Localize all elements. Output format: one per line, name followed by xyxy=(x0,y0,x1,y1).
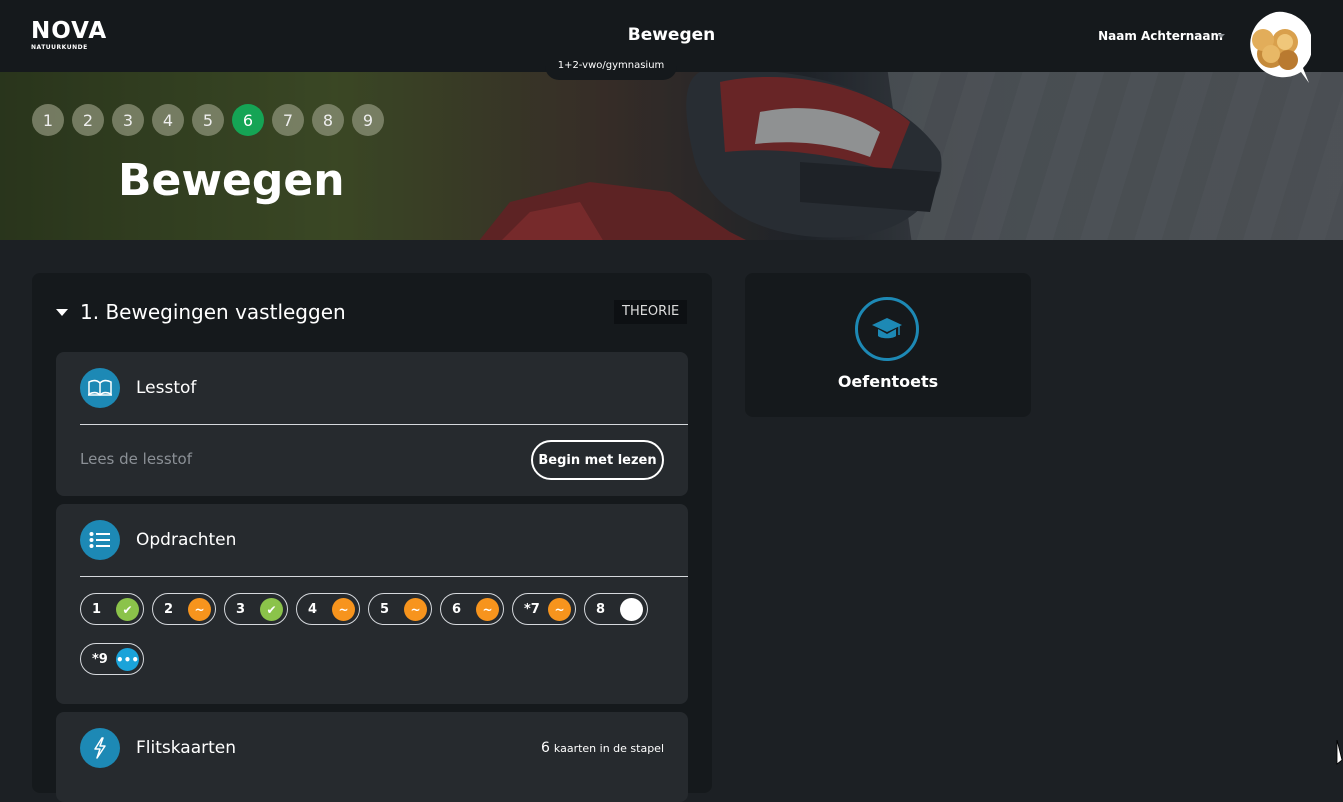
lesstof-title: Lesstof xyxy=(136,378,197,398)
check-icon: ✔ xyxy=(116,598,139,621)
oefentoets-label: Oefentoets xyxy=(837,372,939,391)
assignment-number: 4 xyxy=(308,601,318,617)
assignment-number: 8 xyxy=(596,601,606,617)
chapter-9[interactable]: 9 xyxy=(352,104,384,136)
assignment-number: 3 xyxy=(236,601,246,617)
assignment-4[interactable]: 4 ~ xyxy=(296,593,360,625)
list-icon xyxy=(80,520,120,560)
book-icon xyxy=(80,368,120,408)
partial-icon: ~ xyxy=(188,598,211,621)
lesstof-description: Lees de lesstof xyxy=(80,450,193,468)
assignment-list: 1 ✔ 2 ~ 3 ✔ 4 ~ 5 ~ 6 ~ *7 ~ 8 *9 ••• xyxy=(80,593,660,675)
flitskaarten-title: Flitskaarten xyxy=(136,738,237,758)
begin-reading-button[interactable]: Begin met lezen xyxy=(531,440,664,480)
theorie-badge: THEORIE xyxy=(614,300,688,324)
partial-icon: ~ xyxy=(548,598,571,621)
card-count: 6 kaarten in de stapel xyxy=(541,740,664,756)
chapter-6[interactable]: 6 xyxy=(232,104,264,136)
opdrachten-card: Opdrachten 1 ✔ 2 ~ 3 ✔ 4 ~ 5 ~ 6 ~ *7 ~ xyxy=(56,504,688,704)
assignment-7[interactable]: *7 ~ xyxy=(512,593,576,625)
assignment-2[interactable]: 2 ~ xyxy=(152,593,216,625)
section-title: 1. Bewegingen vastleggen xyxy=(80,300,346,324)
opdrachten-title: Opdrachten xyxy=(136,530,237,550)
card-count-number: 6 xyxy=(540,740,550,756)
chevron-down-icon[interactable] xyxy=(1217,34,1225,38)
assignment-number: 6 xyxy=(452,601,462,617)
logo-subtitle: NATUURKUNDE xyxy=(31,44,88,51)
chapter-3[interactable]: 3 xyxy=(112,104,144,136)
assignment-9[interactable]: *9 ••• xyxy=(80,643,144,675)
chapter-8[interactable]: 8 xyxy=(312,104,344,136)
partial-icon: ~ xyxy=(332,598,355,621)
card-count-label: kaarten in de stapel xyxy=(553,742,664,755)
chapter-1[interactable]: 1 xyxy=(32,104,64,136)
assignment-number: *7 xyxy=(524,601,540,617)
chapter-2[interactable]: 2 xyxy=(72,104,104,136)
assignment-5[interactable]: 5 ~ xyxy=(368,593,432,625)
graduation-cap-icon xyxy=(855,297,919,361)
assignment-3[interactable]: 3 ✔ xyxy=(224,593,288,625)
ellipsis-icon: ••• xyxy=(116,648,139,671)
assignment-1[interactable]: 1 ✔ xyxy=(80,593,144,625)
chapter-4[interactable]: 4 xyxy=(152,104,184,136)
partial-icon: ~ xyxy=(404,598,427,621)
lesstof-card: Lesstof Lees de lesstof Begin met lezen xyxy=(56,352,688,496)
chapter-nav: 1 2 3 4 5 6 7 8 9 xyxy=(32,104,384,136)
avatar[interactable] xyxy=(1241,10,1311,85)
collapse-toggle-icon[interactable] xyxy=(56,308,68,316)
mouse-cursor-icon xyxy=(1336,740,1343,765)
assignment-number: *9 xyxy=(92,651,108,667)
chapter-7[interactable]: 7 xyxy=(272,104,304,136)
user-menu[interactable]: Naam Achternaam xyxy=(1098,29,1223,43)
lightning-icon xyxy=(80,728,120,768)
level-label: 1+2-vwo/gymnasium xyxy=(545,55,677,80)
divider xyxy=(80,424,688,425)
assignment-number: 2 xyxy=(164,601,174,617)
assignment-number: 1 xyxy=(92,601,102,617)
section-header[interactable]: 1. Bewegingen vastleggen xyxy=(56,300,346,324)
flitskaarten-card[interactable]: Flitskaarten 6 kaarten in de stapel xyxy=(56,712,688,802)
assignment-6[interactable]: 6 ~ xyxy=(440,593,504,625)
partial-icon: ~ xyxy=(476,598,499,621)
empty-status-icon xyxy=(620,598,643,621)
divider xyxy=(80,576,688,577)
chapter-title: Bewegen xyxy=(118,155,345,206)
oefentoets-card[interactable]: Oefentoets xyxy=(745,273,1031,417)
assignment-8[interactable]: 8 xyxy=(584,593,648,625)
check-icon: ✔ xyxy=(260,598,283,621)
assignment-number: 5 xyxy=(380,601,390,617)
chapter-5[interactable]: 5 xyxy=(192,104,224,136)
